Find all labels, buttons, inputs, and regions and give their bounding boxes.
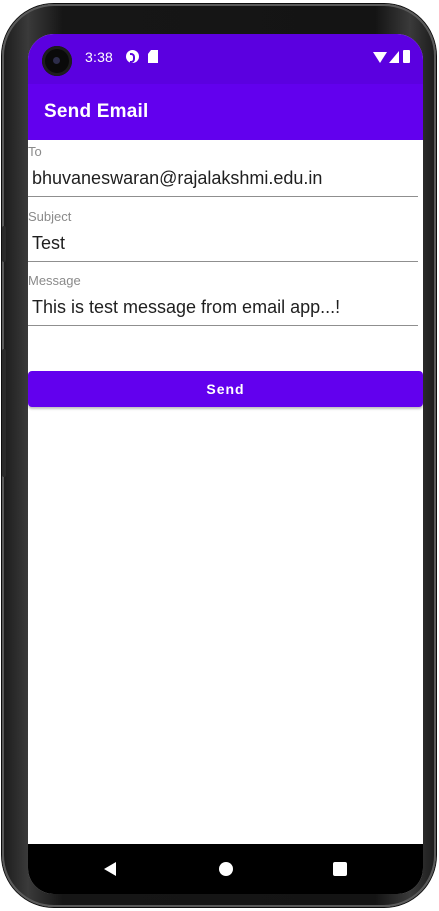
sd-card-icon	[148, 50, 158, 63]
status-bar: 3:38	[28, 34, 423, 84]
send-button[interactable]: Send	[28, 371, 423, 407]
message-field[interactable]	[28, 290, 418, 326]
navigation-bar	[28, 844, 423, 894]
camera-cutout-icon	[42, 46, 72, 76]
wifi-icon	[373, 52, 387, 63]
screen: 3:38 Send Email To Subject Message Send	[28, 34, 423, 894]
battery-icon	[403, 50, 410, 63]
volume-up-button	[2, 226, 6, 262]
status-time: 3:38	[85, 49, 114, 65]
volume-down-button	[2, 349, 6, 477]
app-bar: Send Email	[28, 84, 423, 140]
back-icon[interactable]	[104, 862, 116, 876]
app-title: Send Email	[44, 101, 149, 122]
signal-icon	[389, 51, 399, 63]
phone-frame: 3:38 Send Email To Subject Message Send	[2, 4, 436, 907]
to-label: To	[28, 144, 42, 159]
to-field[interactable]	[28, 161, 418, 197]
home-icon[interactable]	[219, 862, 233, 876]
message-label: Message	[28, 273, 81, 288]
recents-icon[interactable]	[333, 862, 347, 876]
subject-field[interactable]	[28, 226, 418, 262]
subject-label: Subject	[28, 209, 72, 224]
page: 3:38 Send Email To Subject Message Send	[0, 0, 439, 911]
sync-icon	[126, 50, 139, 63]
